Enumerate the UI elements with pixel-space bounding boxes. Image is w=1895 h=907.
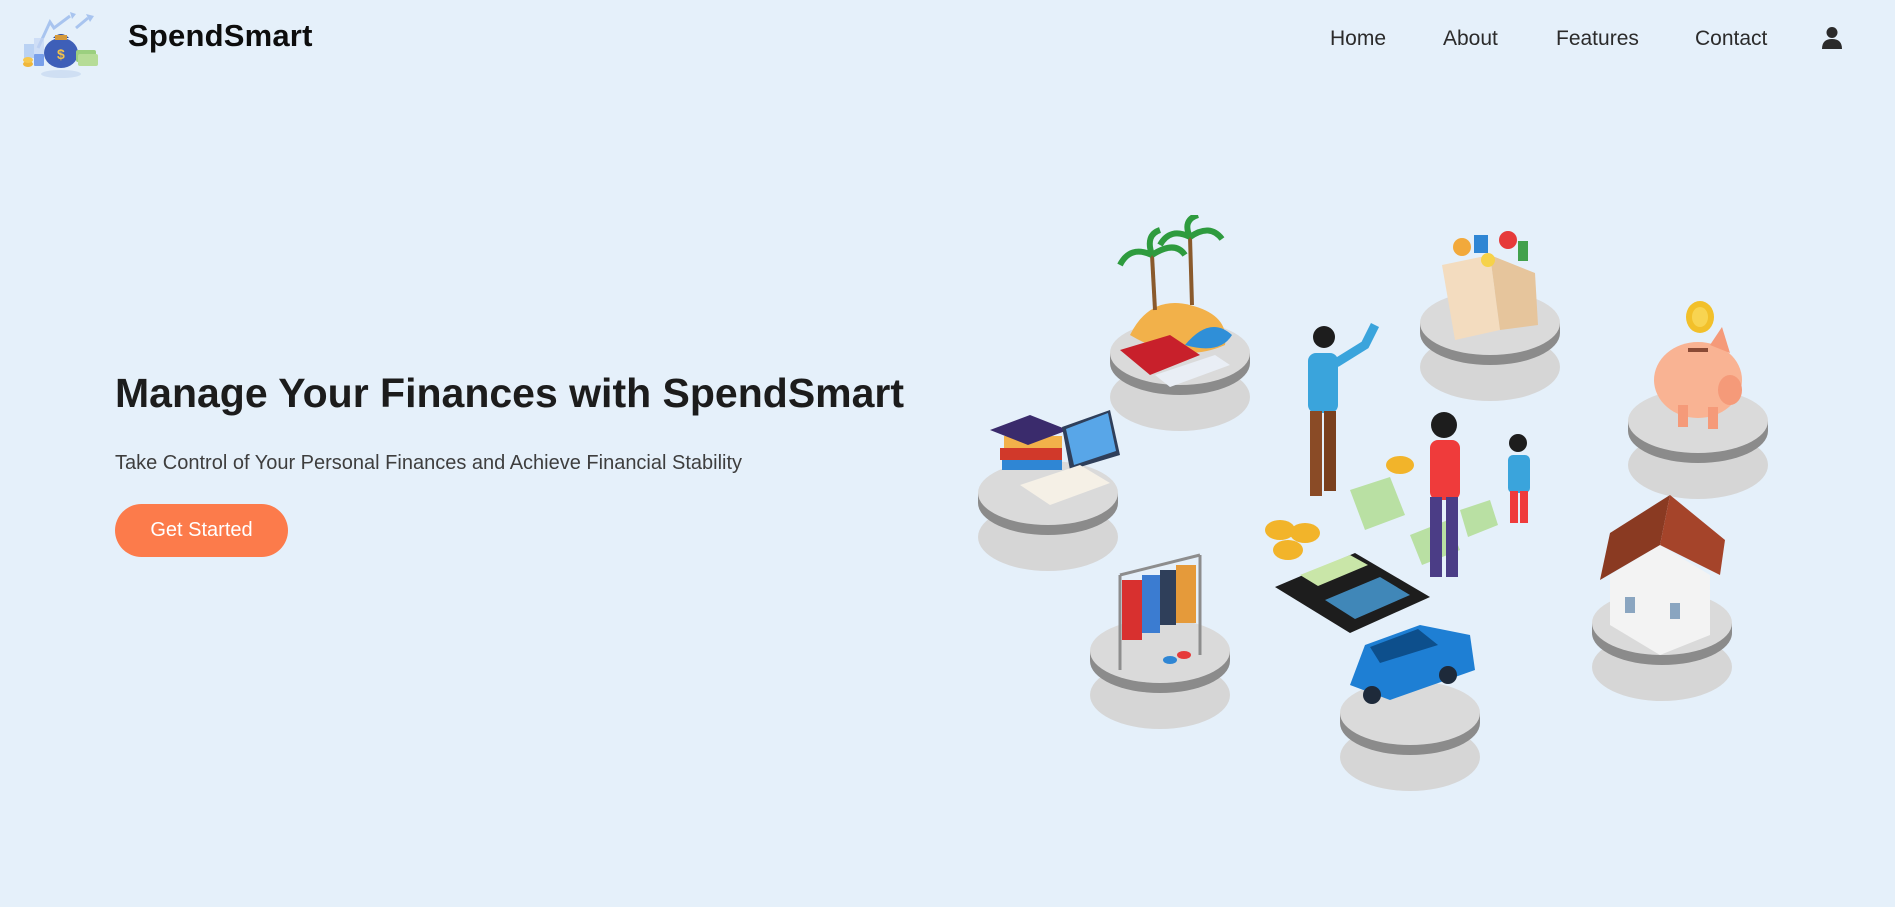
nav-home[interactable]: Home xyxy=(1330,27,1386,51)
education-platform xyxy=(978,410,1120,571)
hero-subtitle: Take Control of Your Personal Finances a… xyxy=(115,452,743,474)
clothing-platform xyxy=(1090,553,1230,729)
piggy-bank-platform xyxy=(1628,301,1768,499)
nav-about[interactable]: About xyxy=(1443,27,1498,51)
finance-isometric-illustration xyxy=(978,215,1768,791)
user-icon[interactable] xyxy=(1821,26,1843,50)
house-platform xyxy=(1592,495,1732,701)
hero-title: Manage Your Finances with SpendSmart xyxy=(115,370,905,416)
top-navbar: $ SpendSmart Home About Features Contact xyxy=(0,0,1895,80)
groceries-platform xyxy=(1420,231,1560,401)
get-started-button[interactable]: Get Started xyxy=(115,504,288,557)
island-vacation-platform xyxy=(1110,215,1250,431)
nav-contact[interactable]: Contact xyxy=(1695,27,1767,51)
main-nav: Home About Features Contact xyxy=(0,27,1895,57)
nav-features[interactable]: Features xyxy=(1556,27,1639,51)
car-platform xyxy=(1340,625,1480,791)
